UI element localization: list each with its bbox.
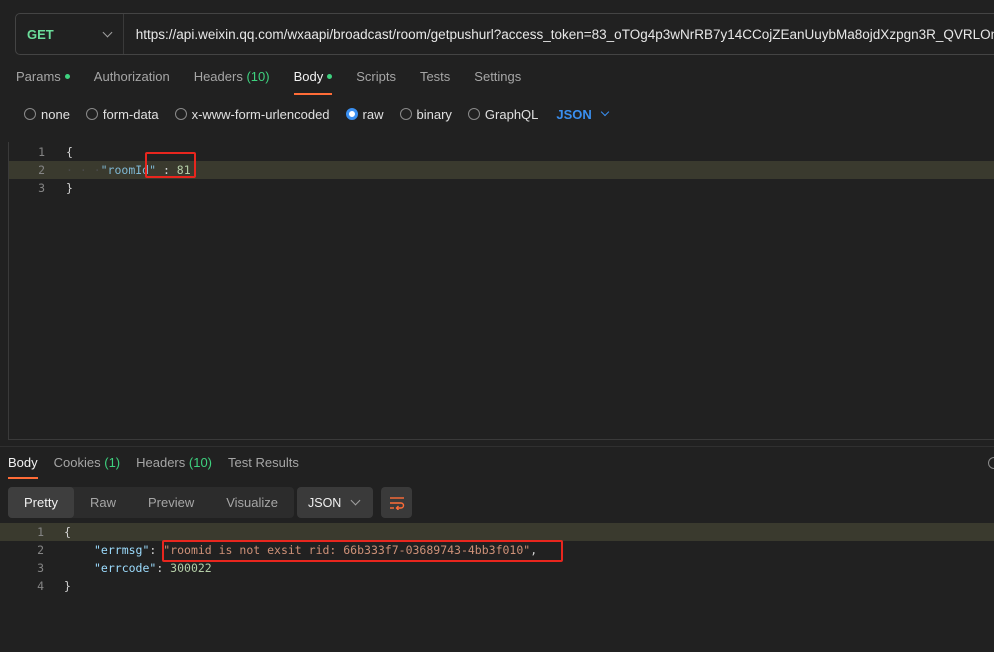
json-value: 300022 bbox=[170, 561, 212, 575]
code-text: } bbox=[66, 181, 73, 195]
chevron-down-icon bbox=[600, 107, 610, 117]
response-format-select[interactable]: JSON bbox=[297, 487, 373, 518]
resp-tab-headers-label: Headers bbox=[136, 455, 186, 470]
line-number: 3 bbox=[37, 561, 44, 575]
tab-scripts[interactable]: Scripts bbox=[356, 69, 396, 95]
cookies-count: (1) bbox=[104, 455, 121, 470]
view-raw-button[interactable]: Raw bbox=[74, 487, 132, 518]
resp-tab-cookies-label: Cookies bbox=[53, 455, 101, 470]
pane-divider[interactable] bbox=[0, 446, 994, 447]
radio-binary-label: binary bbox=[416, 106, 452, 122]
tab-tests-label: Tests bbox=[419, 69, 451, 84]
highlight-box bbox=[162, 540, 563, 562]
method-label: GET bbox=[27, 26, 54, 42]
tab-body[interactable]: Body bbox=[293, 69, 333, 95]
radio-circle-icon bbox=[399, 108, 412, 120]
tab-params-label: Params bbox=[16, 69, 61, 84]
response-tabs: Body Cookies (1) Headers (10) Test Resul… bbox=[8, 455, 315, 479]
radio-circle-icon bbox=[467, 108, 480, 120]
json-key: "errmsg" bbox=[94, 543, 150, 557]
resp-tab-test-results-label: Test Results bbox=[228, 455, 299, 470]
request-tabs: Params Authorization Headers (10) Body S… bbox=[16, 69, 545, 95]
radio-graphql[interactable]: GraphQL bbox=[467, 106, 539, 122]
line-number: 1 bbox=[37, 525, 44, 539]
radio-binary[interactable]: binary bbox=[399, 106, 452, 122]
code-text: { bbox=[64, 525, 71, 539]
url-bar: GET https://api.weixin.qq.com/wxaapi/bro… bbox=[15, 13, 994, 55]
radio-circle-icon bbox=[85, 108, 98, 120]
resp-tab-cookies[interactable]: Cookies (1) bbox=[54, 455, 120, 479]
radio-checked-icon bbox=[345, 108, 358, 120]
wrap-lines-icon bbox=[389, 496, 404, 510]
radio-circle-icon bbox=[174, 108, 187, 120]
code-line: 4 } bbox=[0, 577, 994, 595]
wrap-lines-button[interactable] bbox=[381, 487, 412, 518]
radio-urlencoded[interactable]: x-www-form-urlencoded bbox=[174, 106, 330, 122]
radio-form-data[interactable]: form-data bbox=[85, 106, 159, 122]
body-format-label: JSON bbox=[556, 106, 592, 122]
code-text: } bbox=[64, 579, 71, 593]
code-text: "errcode": 300022 bbox=[94, 561, 212, 575]
tab-tests[interactable]: Tests bbox=[420, 69, 450, 95]
line-number: 1 bbox=[38, 145, 45, 159]
radio-urlencoded-label: x-www-form-urlencoded bbox=[191, 106, 330, 122]
body-type-selector: none form-data x-www-form-urlencoded raw… bbox=[24, 105, 610, 123]
request-body-editor[interactable]: 1 { 2 · · ·"roomId" : 81 3 } bbox=[8, 142, 994, 440]
resp-tab-body[interactable]: Body bbox=[8, 455, 38, 479]
resp-headers-count: (10) bbox=[188, 455, 213, 470]
method-select[interactable]: GET bbox=[16, 14, 124, 54]
radio-none[interactable]: none bbox=[24, 107, 70, 122]
line-number: 3 bbox=[38, 181, 45, 195]
tab-authorization-label: Authorization bbox=[93, 69, 170, 84]
code-line: 3 } bbox=[9, 179, 994, 197]
response-body-viewer[interactable]: 1 { 2 "errmsg": "roomid is not exsit rid… bbox=[0, 523, 994, 603]
response-view-toggle: Pretty Raw Preview Visualize bbox=[8, 487, 295, 518]
tab-body-label: Body bbox=[293, 69, 324, 84]
highlight-box bbox=[145, 152, 196, 178]
view-visualize-button[interactable]: Visualize bbox=[210, 487, 294, 518]
line-number: 4 bbox=[37, 579, 44, 593]
body-format-select[interactable]: JSON bbox=[556, 106, 610, 122]
tab-params[interactable]: Params bbox=[16, 69, 70, 95]
line-number: 2 bbox=[37, 543, 44, 557]
url-input[interactable]: https://api.weixin.qq.com/wxaapi/broadca… bbox=[124, 27, 994, 42]
line-number: 2 bbox=[38, 163, 45, 177]
chevron-down-icon bbox=[350, 495, 361, 506]
tab-headers-label: Headers bbox=[193, 69, 243, 84]
radio-raw-label: raw bbox=[362, 106, 384, 122]
globe-icon[interactable] bbox=[988, 457, 994, 469]
radio-form-data-label: form-data bbox=[102, 106, 159, 122]
response-format-label: JSON bbox=[308, 495, 342, 510]
tab-authorization[interactable]: Authorization bbox=[94, 69, 170, 95]
radio-circle-icon bbox=[24, 108, 36, 120]
tab-scripts-label: Scripts bbox=[356, 69, 396, 84]
radio-raw[interactable]: raw bbox=[345, 106, 384, 122]
view-preview-button[interactable]: Preview bbox=[132, 487, 210, 518]
tab-settings-label: Settings bbox=[474, 69, 522, 84]
resp-tab-body-label: Body bbox=[8, 455, 38, 470]
resp-tab-headers[interactable]: Headers (10) bbox=[136, 455, 212, 479]
headers-count: (10) bbox=[246, 69, 270, 84]
radio-none-label: none bbox=[41, 106, 70, 122]
tab-settings[interactable]: Settings bbox=[474, 69, 521, 95]
code-line: 1 { bbox=[0, 523, 994, 541]
code-text: { bbox=[66, 145, 73, 159]
resp-tab-test-results[interactable]: Test Results bbox=[228, 455, 299, 479]
tab-headers[interactable]: Headers (10) bbox=[194, 69, 270, 95]
radio-graphql-label: GraphQL bbox=[484, 106, 539, 122]
json-key: "errcode" bbox=[94, 561, 157, 575]
status-dot-icon bbox=[327, 74, 333, 80]
chevron-down-icon bbox=[102, 27, 113, 37]
view-pretty-button[interactable]: Pretty bbox=[8, 487, 74, 518]
status-dot-icon bbox=[64, 74, 70, 80]
